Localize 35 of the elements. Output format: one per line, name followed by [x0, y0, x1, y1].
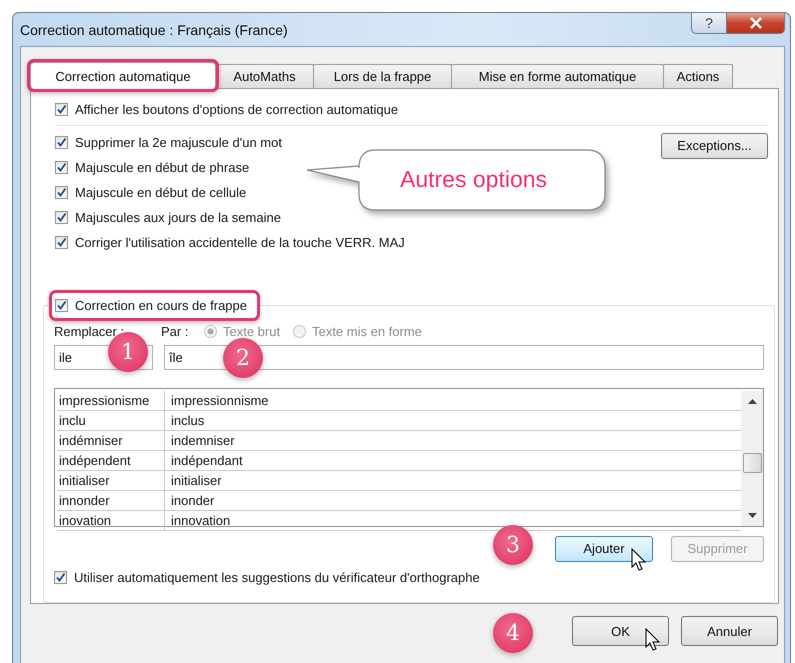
- checkbox-label: Supprimer la 2e majuscule d'un mot: [75, 134, 282, 150]
- callout-text: Autres options: [400, 166, 548, 193]
- table-cell[interactable]: inovation: [57, 510, 165, 530]
- exceptions-button[interactable]: Exceptions...: [661, 132, 768, 159]
- checkbox-label: Majuscule en début de phrase: [75, 160, 250, 175]
- checkbox-label: Correction en cours de frappe: [75, 298, 247, 313]
- with-label: Par :: [161, 324, 190, 340]
- checkbox-label: Majuscule en début de cellule: [75, 184, 246, 200]
- table-cell[interactable]: inonder: [165, 490, 741, 510]
- table-cell[interactable]: indémniser: [57, 430, 165, 450]
- radio-label: Texte brut: [223, 324, 280, 340]
- table-cell[interactable]: indépendent: [57, 450, 165, 470]
- checkbox-label: Corriger l'utilisation accidentelle de la touche VERR. MAJ: [75, 234, 405, 250]
- table-cell[interactable]: inclus: [165, 410, 741, 430]
- tab[interactable]: Mise en forme automatique: [451, 64, 664, 88]
- tab[interactable]: Actions: [663, 64, 733, 88]
- checkbox-label: Afficher les boutons d'options de correction automatique: [75, 102, 398, 117]
- table-cell[interactable]: initialiser: [57, 470, 165, 490]
- table-cell[interactable]: indemniser: [165, 430, 741, 450]
- cancel-button[interactable]: Annuler: [681, 616, 778, 646]
- ok-button[interactable]: OK: [572, 616, 669, 646]
- table-cell[interactable]: initialiser: [165, 470, 741, 490]
- table-cell[interactable]: innonder: [57, 490, 165, 510]
- tab[interactable]: Correction automatique: [30, 62, 216, 89]
- table-cell[interactable]: inclu: [57, 410, 165, 430]
- table-cell[interactable]: indépendant: [165, 450, 741, 470]
- checkbox-label: Majuscules aux jours de la semaine: [75, 210, 281, 225]
- add-button[interactable]: Ajouter: [555, 536, 653, 562]
- checkbox-label: Utiliser automatiquement les suggestions du vérificateur d'orthographe: [74, 570, 480, 585]
- tab[interactable]: Lors de la frappe: [313, 64, 452, 88]
- window-title: Correction automatique : Français (France): [20, 22, 288, 38]
- table-cell[interactable]: impressionisme: [57, 390, 165, 410]
- table-cell[interactable]: impressionnisme: [165, 390, 741, 410]
- help-button[interactable]: ?: [691, 12, 727, 34]
- radio-label: Texte mis en forme: [312, 324, 422, 340]
